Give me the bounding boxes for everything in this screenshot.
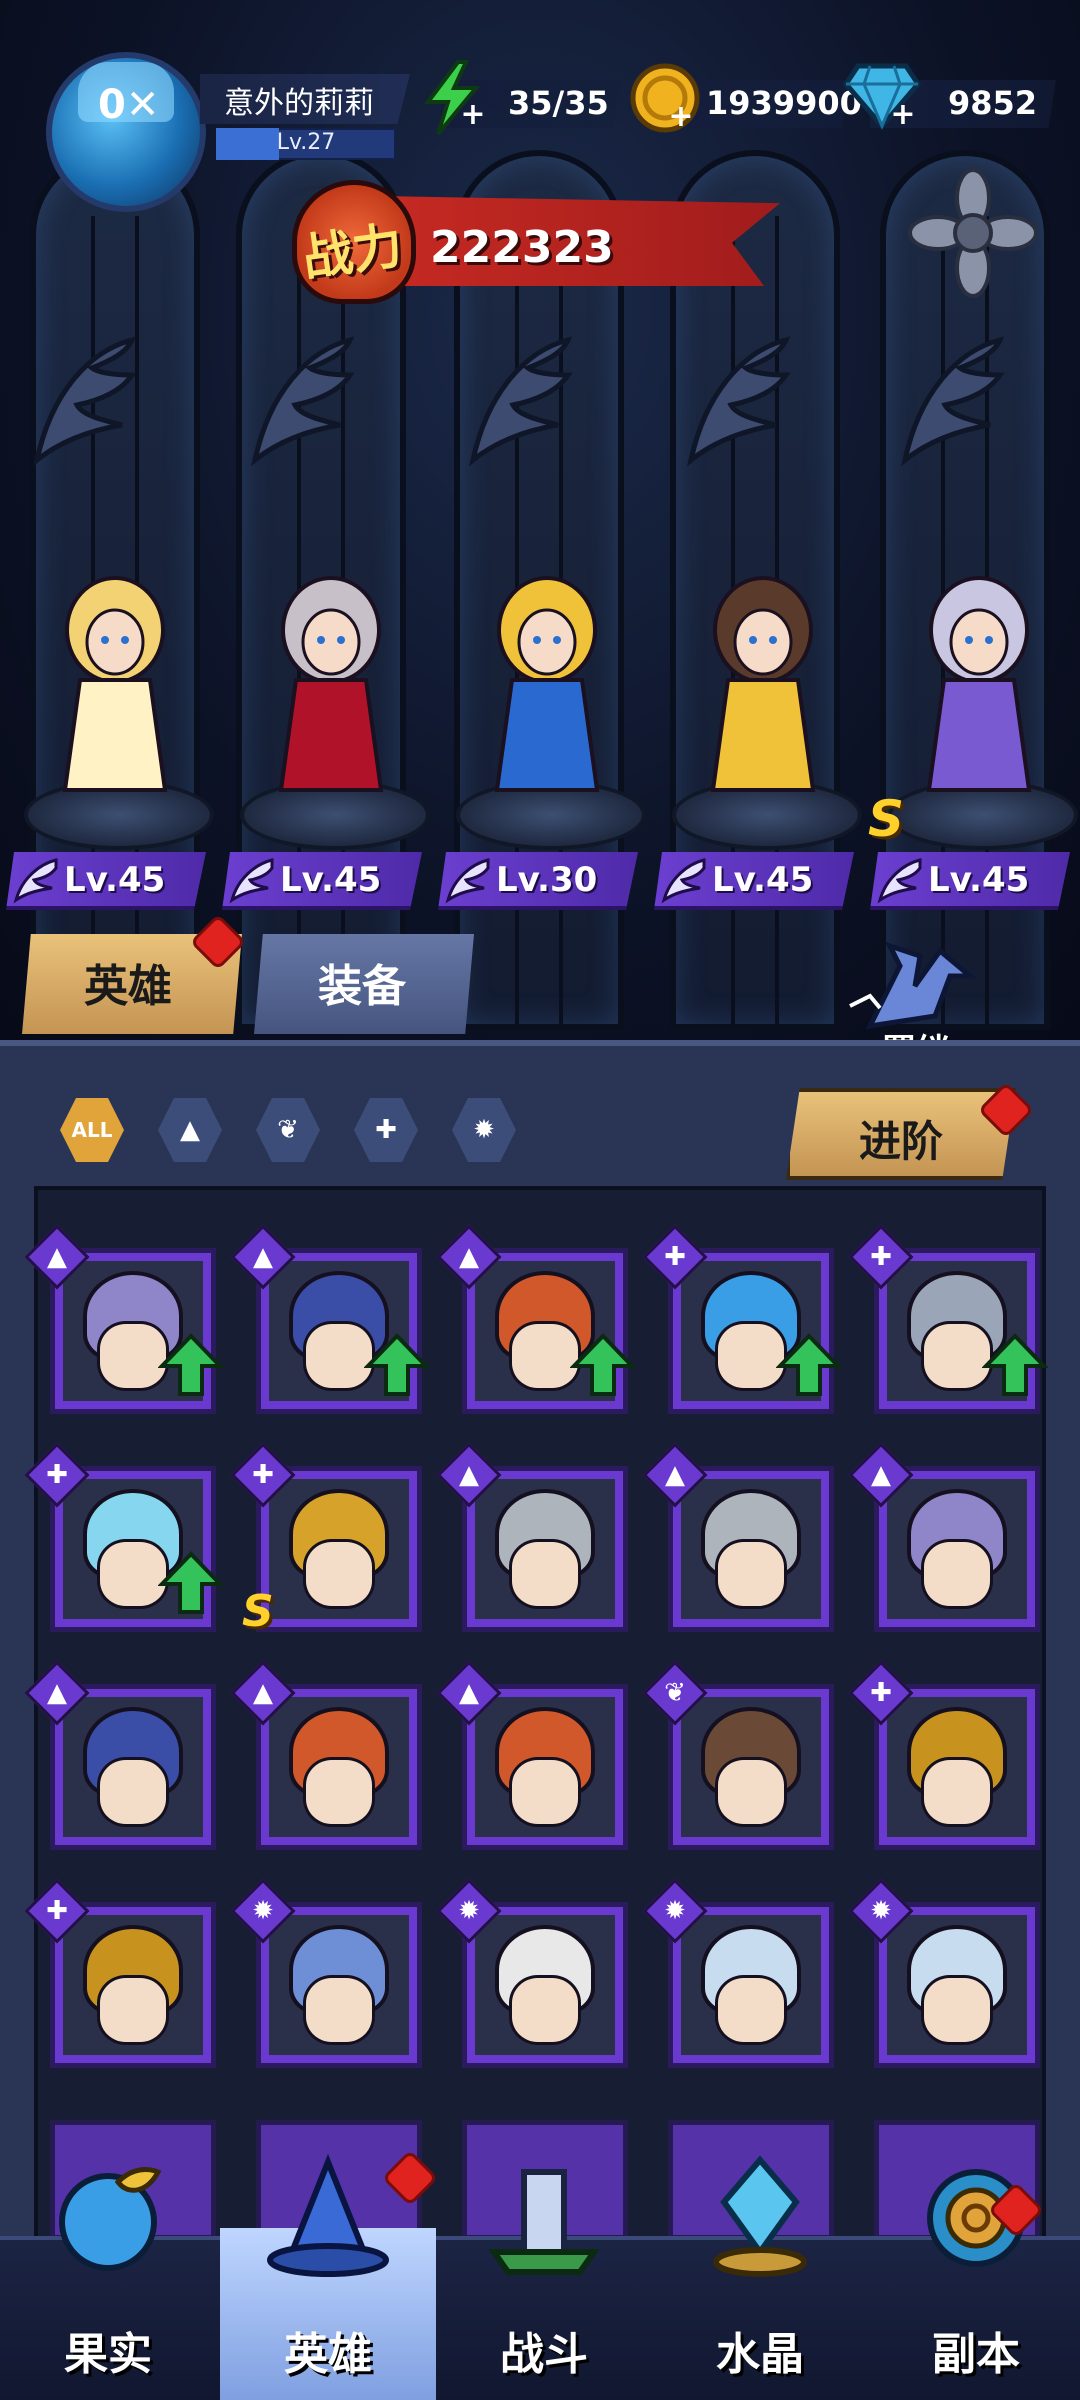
gem-value: 9852 (948, 84, 1038, 122)
energy-add-icon[interactable]: + (460, 100, 486, 130)
wing-ornament-icon (687, 336, 791, 467)
hero-level: Lv.45 (280, 860, 382, 900)
tab-hero-label: 英雄 (84, 961, 172, 1012)
upgrade-arrow-icon (982, 1333, 1048, 1396)
beast-class-icon: ✹ (252, 1896, 274, 1926)
gem-add-icon[interactable]: + (890, 100, 916, 130)
hero-hat-icon[interactable] (263, 2152, 393, 2282)
filter-all-label: ALL (71, 1118, 113, 1142)
wrench-class-icon: ✚ (664, 1242, 686, 1272)
wrench-class-icon: ✚ (46, 1896, 68, 1926)
wrench-filter-icon: ✚ (375, 1115, 397, 1145)
wing-class-icon (229, 858, 274, 904)
gold-robot-portrait-icon (269, 1479, 409, 1619)
hero-level: Lv.45 (712, 860, 814, 900)
mage-class-icon: ▲ (253, 1678, 273, 1708)
mage-filter-icon: ▲ (180, 1115, 200, 1145)
wing-ornament-icon (469, 336, 573, 467)
upgrade-arrow-icon (158, 1551, 224, 1614)
upgrade-arrow-icon (158, 1333, 224, 1396)
wing-ornament-icon (901, 336, 1005, 467)
flower-gear-icon (908, 168, 1038, 298)
iron-knight-2-portrait-icon (681, 1479, 821, 1619)
nav-item-label[interactable]: 水晶 (652, 2318, 868, 2382)
gold-add-icon[interactable]: + (668, 102, 694, 132)
hero-level: Lv.30 (496, 860, 598, 900)
advance-button-label: 进阶 (858, 1117, 943, 1166)
mage-class-icon: ▲ (459, 1460, 479, 1490)
upgrade-arrow-icon (570, 1333, 636, 1396)
wing-class-icon (661, 858, 706, 904)
iron-knight-portrait-icon (475, 1479, 615, 1619)
wing-class-icon (445, 858, 490, 904)
nav-item-label[interactable]: 果实 (0, 2318, 216, 2382)
wrench-class-icon: ✚ (870, 1678, 892, 1708)
battle-icon[interactable] (479, 2152, 609, 2282)
gold-value: 1939900 (706, 84, 862, 122)
golden-goddess-hero-icon (710, 576, 816, 792)
beast-class-icon: ✹ (458, 1896, 480, 1926)
nav-item-label[interactable]: 副本 (868, 2318, 1080, 2382)
wing-class-icon (13, 858, 58, 904)
mage-class-icon: ▲ (47, 1678, 67, 1708)
wing-ornament-icon (33, 336, 137, 467)
hero-level: Lv.45 (928, 860, 1030, 900)
wrench-class-icon: ✚ (46, 1460, 68, 1490)
red-eye-robot-portrait-icon (887, 1697, 1027, 1837)
avatar-mark: 0✕ (98, 82, 160, 128)
mage-class-icon: ▲ (665, 1460, 685, 1490)
wing-filter-icon: ❦ (277, 1115, 299, 1145)
power-label: 战力 (299, 216, 407, 288)
power-value: 222323 (430, 222, 614, 273)
wing-class-icon (877, 858, 922, 904)
upgrade-arrow-icon (364, 1333, 430, 1396)
goddess-portrait-icon (681, 1697, 821, 1837)
mage-class-icon: ▲ (47, 1242, 67, 1272)
fire-mage-3-portrait-icon (475, 1697, 615, 1837)
angel-archer-hero-icon (62, 576, 168, 792)
rank-s-badge: S (242, 1586, 274, 1637)
pharaoh-queen-hero-icon (494, 576, 600, 792)
fire-mage-2-portrait-icon (269, 1697, 409, 1837)
vampire-lady-hero-icon (278, 576, 384, 792)
blue-dragon-portrait-icon (269, 1915, 409, 2055)
nav-item-label[interactable]: 英雄 (220, 2318, 436, 2382)
tab-equipment-label: 装备 (318, 961, 406, 1012)
player-level: Lv.27 (276, 130, 336, 155)
bond-link-icon[interactable] (840, 936, 990, 1036)
wing-ornament-icon (251, 336, 355, 467)
upgrade-arrow-icon (776, 1333, 842, 1396)
energy-value: 35/35 (508, 84, 609, 122)
mage-class-icon: ▲ (459, 1242, 479, 1272)
fruit-icon[interactable] (43, 2152, 173, 2282)
wrench-class-icon: ✚ (870, 1242, 892, 1272)
hero-level: Lv.45 (64, 860, 166, 900)
hero-rank-badge: S (868, 790, 905, 848)
wing-class-icon: ❦ (664, 1678, 686, 1708)
bandaged-nun-2-portrait-icon (887, 1479, 1027, 1619)
white-bear-portrait-icon (681, 1915, 821, 2055)
mage-class-icon: ▲ (871, 1460, 891, 1490)
player-name: 意外的莉莉 (224, 86, 374, 121)
mage-class-icon: ▲ (459, 1678, 479, 1708)
nav-item-label[interactable]: 战斗 (436, 2318, 652, 2382)
beast-class-icon: ✹ (870, 1896, 892, 1926)
beast-class-icon: ✹ (664, 1896, 686, 1926)
red-eye-robot-2-portrait-icon (63, 1915, 203, 2055)
player-avatar[interactable]: 0✕ (36, 42, 216, 222)
panda-warrior-portrait-icon (475, 1915, 615, 2055)
wrench-class-icon: ✚ (252, 1460, 274, 1490)
crystal-icon[interactable] (695, 2152, 825, 2282)
white-bear-2-portrait-icon (887, 1915, 1027, 2055)
mage-class-icon: ▲ (253, 1242, 273, 1272)
clock-mage-hero-icon (926, 576, 1032, 792)
beast-filter-icon: ✹ (473, 1115, 495, 1145)
brain-wizard-2-portrait-icon (63, 1697, 203, 1837)
